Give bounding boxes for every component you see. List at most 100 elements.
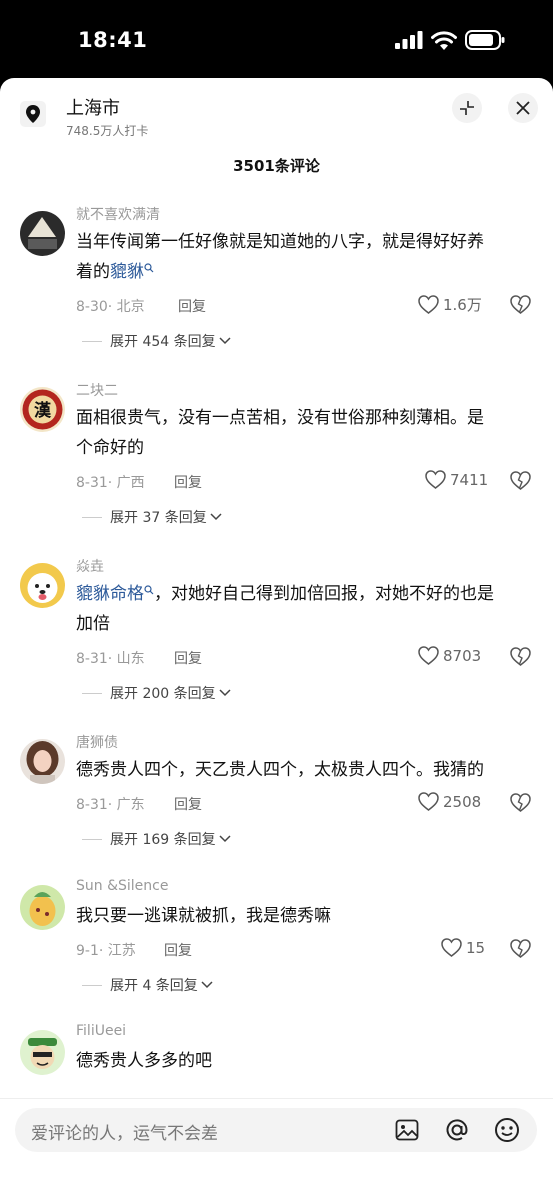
comment-author[interactable]: 二块二 xyxy=(76,380,118,400)
signal-icon xyxy=(395,31,423,49)
dislike-button[interactable] xyxy=(510,471,531,494)
heart-icon xyxy=(418,792,439,811)
like-button[interactable]: 2508 xyxy=(418,792,481,811)
image-icon[interactable] xyxy=(395,1118,419,1142)
comment-text-line: ，对她好自己得到加倍回报，对她不好的也是 xyxy=(154,584,494,604)
reply-button[interactable]: 回复 xyxy=(174,472,202,492)
comment-text-line: 着的 xyxy=(76,262,110,282)
like-count: 1.6万 xyxy=(443,296,482,314)
search-tag-icon xyxy=(144,263,154,273)
expand-replies[interactable]: 展开 454 条回复 xyxy=(82,331,231,351)
like-button[interactable]: 8703 xyxy=(418,646,481,665)
divider xyxy=(82,984,102,986)
collapse-button[interactable] xyxy=(452,93,482,123)
comment-author[interactable]: 焱垚 xyxy=(76,556,104,576)
dislike-button[interactable] xyxy=(510,939,531,962)
chevron-down-icon xyxy=(201,981,213,989)
reply-button[interactable]: 回复 xyxy=(174,648,202,668)
heart-icon xyxy=(425,470,446,489)
like-count: 15 xyxy=(466,938,486,957)
like-button[interactable]: 1.6万 xyxy=(418,294,482,315)
like-count: 7411 xyxy=(450,470,489,489)
reply-button[interactable]: 回复 xyxy=(174,794,202,814)
close-icon xyxy=(516,101,530,115)
comment-text: 面相很贵气，没有一点苦相，没有世俗那种刻薄相。是 个命好的 xyxy=(76,403,531,463)
expand-replies[interactable]: 展开 4 条回复 xyxy=(82,975,213,995)
status-time: 18:41 xyxy=(78,28,148,52)
like-count: 8703 xyxy=(443,646,482,665)
search-link[interactable]: 貔貅 xyxy=(110,262,144,282)
divider xyxy=(82,340,102,342)
comment-text: 我只要一逃课就被抓，我是德秀嘛 xyxy=(76,901,531,931)
broken-heart-icon xyxy=(510,647,531,666)
location-title[interactable]: 上海市 xyxy=(66,94,120,120)
chevron-down-icon xyxy=(219,337,231,345)
avatar[interactable] xyxy=(20,1030,65,1075)
comment-author[interactable]: Sun &Silence xyxy=(76,878,168,894)
expand-replies[interactable]: 展开 169 条回复 xyxy=(82,829,231,849)
comment-author[interactable]: FiliUeei xyxy=(76,1023,126,1039)
like-count: 2508 xyxy=(443,792,482,811)
battery-icon xyxy=(465,30,505,50)
close-button[interactable] xyxy=(508,93,538,123)
comment-text-line: 德秀贵人四个，天乙贵人四个，太极贵人四个。我猜的 xyxy=(76,760,484,780)
chevron-down-icon xyxy=(219,835,231,843)
divider xyxy=(82,516,102,518)
broken-heart-icon xyxy=(510,939,531,958)
comment-text-line: 当年传闻第一任好像就是知道她的八字，就是得好好养 xyxy=(76,232,484,252)
heart-icon xyxy=(418,295,439,314)
comment-text: 德秀贵人多多的吧 xyxy=(76,1046,531,1076)
expand-label: 展开 169 条回复 xyxy=(110,832,216,848)
expand-label: 展开 454 条回复 xyxy=(110,334,216,350)
broken-heart-icon xyxy=(510,471,531,490)
chevron-down-icon xyxy=(219,689,231,697)
avatar[interactable] xyxy=(20,211,65,256)
comment-author[interactable]: 唐狮债 xyxy=(76,732,118,752)
comment-text-line: 我只要一逃课就被抓，我是德秀嘛 xyxy=(76,906,331,926)
dislike-button[interactable] xyxy=(510,793,531,816)
avatar[interactable] xyxy=(20,885,65,930)
reply-button[interactable]: 回复 xyxy=(164,940,192,960)
emoji-icon[interactable] xyxy=(494,1117,520,1143)
expand-replies[interactable]: 展开 37 条回复 xyxy=(82,507,222,527)
comment-input[interactable]: 爱评论的人，运气不会差 xyxy=(15,1108,537,1152)
comment-text-line: 德秀贵人多多的吧 xyxy=(76,1051,212,1071)
status-icons xyxy=(395,30,505,50)
location-checkins: 748.5万人打卡 xyxy=(66,124,149,138)
comment-text: 德秀贵人四个，天乙贵人四个，太极贵人四个。我猜的 xyxy=(76,755,531,785)
dislike-button[interactable] xyxy=(510,647,531,670)
divider xyxy=(82,838,102,840)
comment-count: 3501条评论 xyxy=(233,157,320,175)
comment-text-line: 面相很贵气，没有一点苦相，没有世俗那种刻薄相。是 xyxy=(76,408,484,428)
chevron-down-icon xyxy=(210,513,222,521)
comment-text-line: 个命好的 xyxy=(76,438,144,458)
avatar[interactable]: 漢 xyxy=(20,387,65,432)
dislike-button[interactable] xyxy=(510,295,531,318)
heart-icon xyxy=(418,646,439,665)
location-pin-icon[interactable] xyxy=(20,101,46,127)
broken-heart-icon xyxy=(510,793,531,812)
comment-meta: 8-31· 山东 xyxy=(76,651,145,667)
search-link[interactable]: 貔貅命格 xyxy=(76,584,144,604)
expand-label: 展开 200 条回复 xyxy=(110,686,216,702)
comment-text: 当年传闻第一任好像就是知道她的八字，就是得好好养 着的貔貅 xyxy=(76,227,531,287)
expand-label: 展开 4 条回复 xyxy=(110,978,198,994)
comment-author[interactable]: 就不喜欢满清 xyxy=(76,204,160,224)
comment-input-bar: 爱评论的人，运气不会差 xyxy=(0,1098,553,1200)
avatar[interactable] xyxy=(20,563,65,608)
like-button[interactable]: 7411 xyxy=(425,470,488,489)
comment-meta: 8-31· 广西 xyxy=(76,475,145,491)
like-button[interactable]: 15 xyxy=(441,938,485,957)
comment-meta: 9-1· 江苏 xyxy=(76,943,136,959)
at-icon[interactable] xyxy=(444,1117,470,1143)
collapse-icon xyxy=(460,101,474,115)
expand-replies[interactable]: 展开 200 条回复 xyxy=(82,683,231,703)
reply-button[interactable]: 回复 xyxy=(178,296,206,316)
svg-text:漢: 漢 xyxy=(34,400,52,421)
input-placeholder: 爱评论的人，运气不会差 xyxy=(31,1124,218,1144)
avatar[interactable] xyxy=(20,739,65,784)
comment-text: 貔貅命格 ，对她好自己得到加倍回报，对她不好的也是 加倍 xyxy=(76,579,531,639)
comments-sheet: 上海市 748.5万人打卡 3501条评论 就不喜欢满清 当年传闻第一任好像就是… xyxy=(0,78,553,1200)
comment-text-line: 加倍 xyxy=(76,614,110,634)
divider xyxy=(82,692,102,694)
